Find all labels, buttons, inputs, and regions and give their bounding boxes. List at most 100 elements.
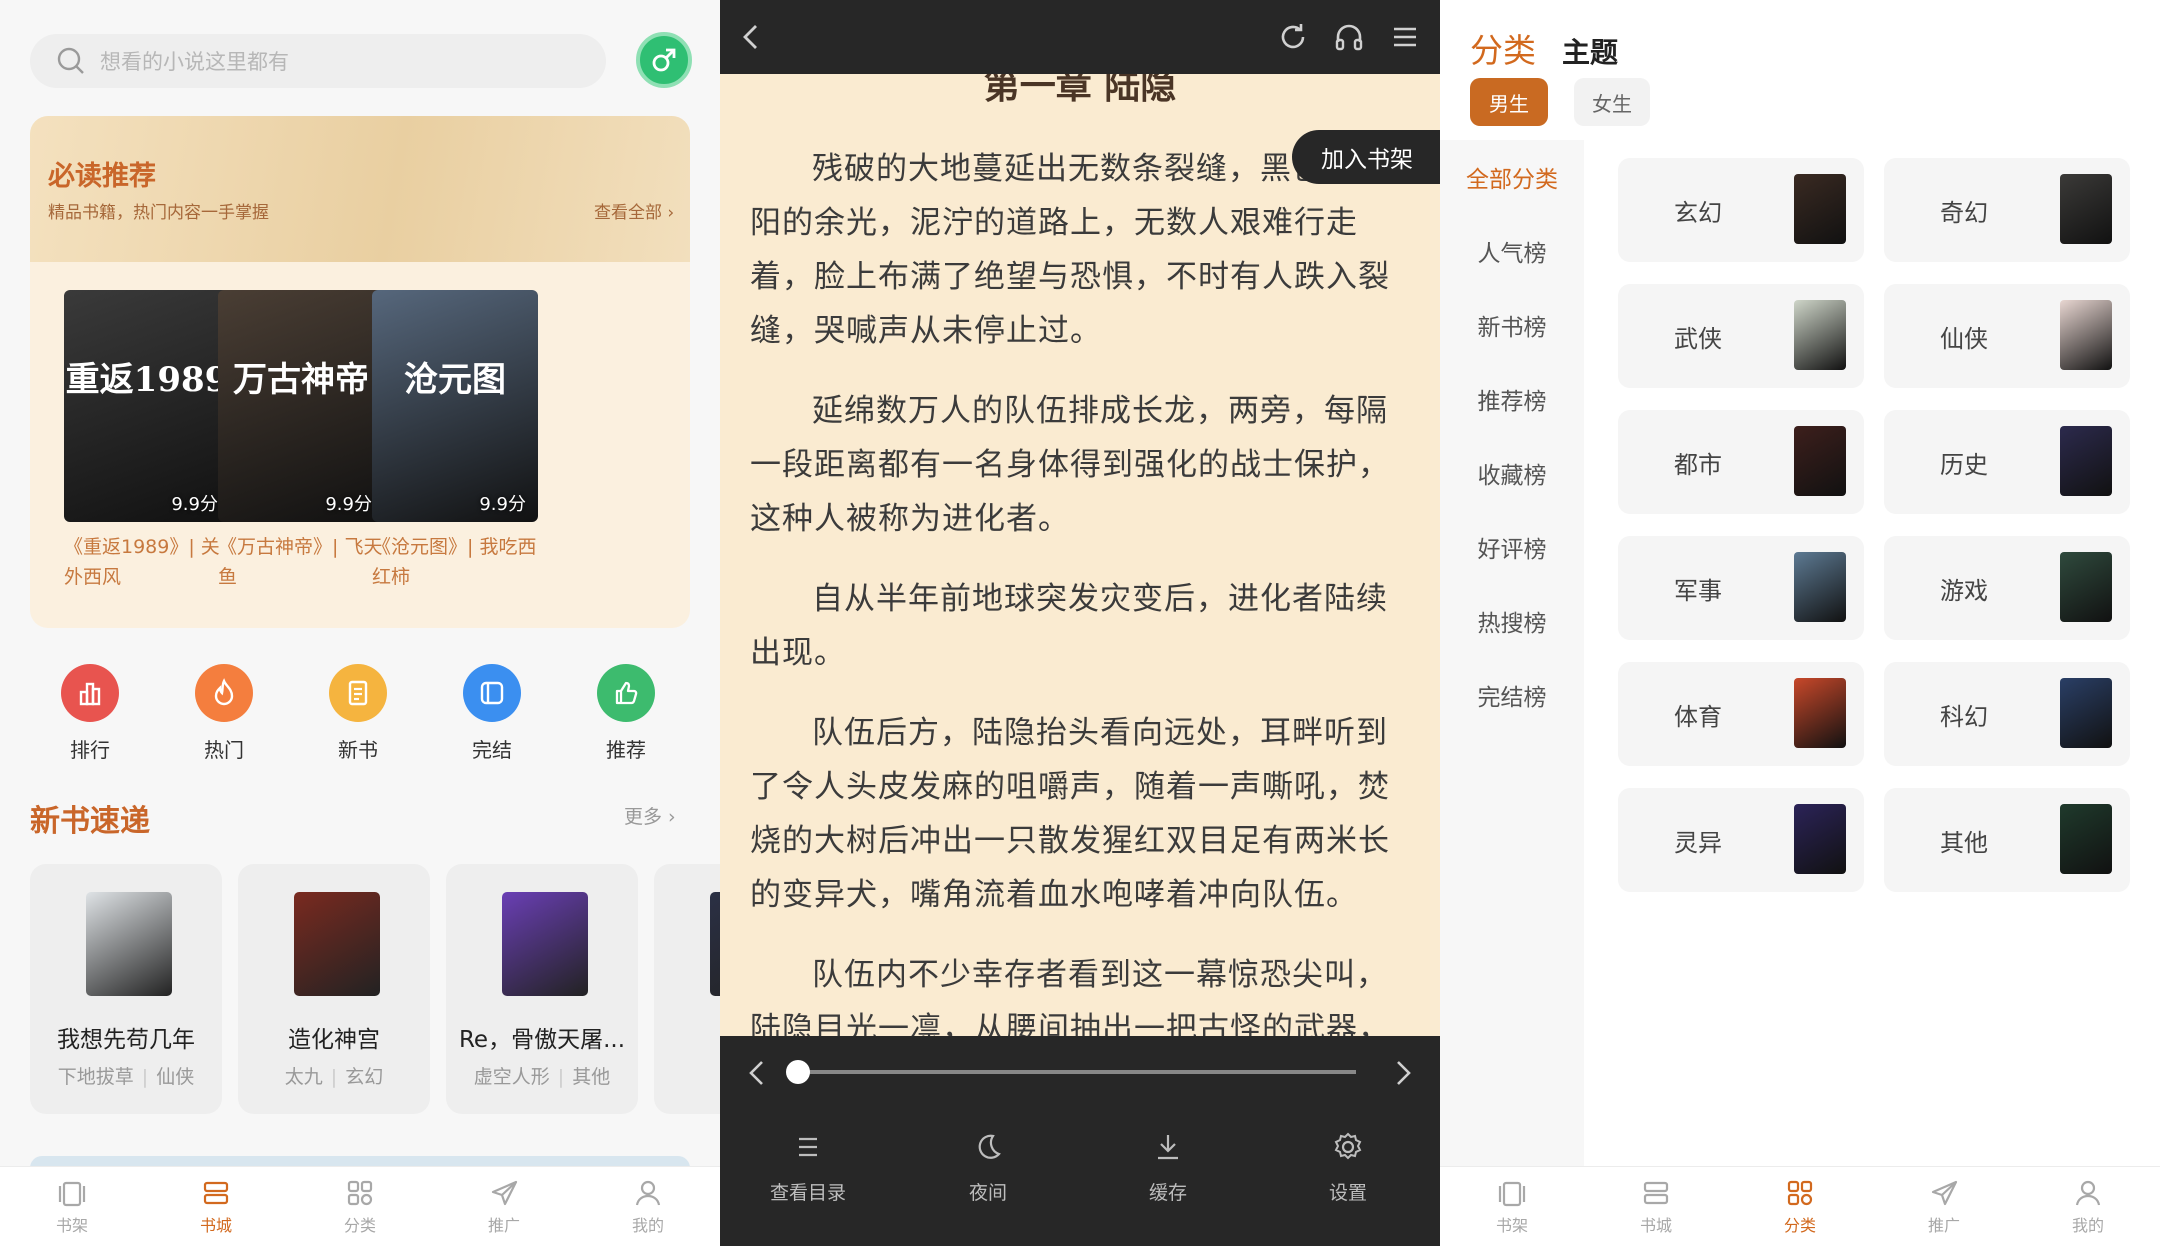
must-read-title: 必读推荐 (48, 161, 156, 192)
add-to-shelf-button[interactable]: 加入书架 (1292, 130, 1440, 184)
category-card[interactable]: 仙侠 (1884, 284, 2130, 388)
new-book-card[interactable]: 天 叩见 (654, 864, 720, 1114)
book-cover (502, 892, 588, 996)
must-read-book[interactable]: 重返1989 9.9分 《重返1989》| 关外西风 (64, 290, 230, 592)
progress-slider[interactable] (788, 1070, 1356, 1074)
category-label: 玄幻 (1674, 198, 1722, 227)
must-read-book[interactable]: 万古神帝 9.9分 《万古神帝》| 飞天鱼 (218, 290, 384, 592)
category-icon (347, 1180, 373, 1205)
category-tab[interactable]: 分类 (1470, 24, 1536, 72)
refresh-icon[interactable] (1276, 20, 1310, 54)
category-card[interactable]: 武侠 (1618, 284, 1864, 388)
tab-label: 我的 (2071, 1215, 2104, 1235)
quick-entry-badge (597, 664, 655, 722)
new-book-card[interactable]: 造化神宫 太九 | 玄幻 (238, 864, 430, 1114)
category-card[interactable]: 军事 (1618, 536, 1864, 640)
new-books-title: 新书速递 (30, 804, 150, 839)
back-icon[interactable] (734, 20, 768, 54)
menu-icon[interactable] (1388, 20, 1422, 54)
book-title: 造化神宫 (288, 1027, 380, 1053)
progress-slider-handle[interactable] (786, 1060, 810, 1084)
book-meta: 叩见 (654, 1062, 720, 1089)
tab-bookstore[interactable]: 书城 (1584, 1167, 1728, 1246)
book-meta: 虚空人形 | 其他 (473, 1066, 611, 1088)
category-label: 军事 (1674, 576, 1722, 605)
category-cover (1794, 426, 1846, 496)
sidebar-item[interactable]: 热搜榜 (1440, 604, 1584, 638)
quick-entry-chart[interactable]: 排行 (40, 664, 140, 763)
category-card[interactable]: 历史 (1884, 410, 2130, 514)
category-card[interactable]: 玄幻 (1618, 158, 1864, 262)
tab-send[interactable]: 推广 (1872, 1167, 2016, 1246)
gender-pill[interactable]: 女生 (1574, 78, 1650, 126)
category-cover (2060, 678, 2112, 748)
next-chapter-icon[interactable] (1386, 1056, 1420, 1090)
quick-entry-badge (61, 664, 119, 722)
category-card[interactable]: 其他 (1884, 788, 2130, 892)
book-score: 9.9分 (479, 494, 526, 515)
tab-category[interactable]: 分类 (288, 1167, 432, 1246)
moon-icon (978, 1134, 1001, 1159)
tab-bookshelf[interactable]: 书架 (1440, 1167, 1584, 1246)
category-card[interactable]: 游戏 (1884, 536, 2130, 640)
gender-pill[interactable]: 男生 (1470, 78, 1548, 126)
bookstore-icon (1643, 1181, 1669, 1204)
male-icon (652, 48, 676, 72)
tab-category[interactable]: 分类 (1728, 1167, 1872, 1246)
quick-entry-book[interactable]: 完结 (442, 664, 542, 763)
sidebar-item[interactable]: 全部分类 (1440, 160, 1584, 194)
category-card[interactable]: 科幻 (1884, 662, 2130, 766)
tab-bookstore[interactable]: 书城 (144, 1167, 288, 1246)
book-title: 《沧元图》| 我吃西红柿 (372, 536, 537, 588)
quick-entry-label: 新书 (338, 738, 378, 762)
reader-menu-settings[interactable]: 设置 (1288, 1130, 1408, 1205)
tab-profile[interactable]: 我的 (576, 1167, 720, 1246)
quick-entry-thumbs-up[interactable]: 推荐 (576, 664, 676, 763)
gender-switch-button[interactable] (636, 32, 692, 88)
sidebar-item[interactable]: 人气榜 (1440, 234, 1584, 268)
book-author: 下地拔草 (57, 1066, 134, 1088)
category-cover (1794, 552, 1846, 622)
tab-profile[interactable]: 我的 (2016, 1167, 2160, 1246)
reader-menu-toc[interactable]: 查看目录 (748, 1130, 868, 1205)
view-all-link[interactable]: 查看全部 › (594, 198, 674, 223)
sidebar-item[interactable]: 新书榜 (1440, 308, 1584, 342)
headphones-icon[interactable] (1332, 20, 1366, 54)
previous-chapter-icon[interactable] (740, 1056, 774, 1090)
quick-entry-label: 排行 (70, 738, 110, 762)
book-author: 太九 (284, 1066, 323, 1088)
new-book-card[interactable]: Re，骨傲天屠... 虚空人形 | 其他 (446, 864, 638, 1114)
book-meta: 下地拔草 | 仙侠 (57, 1066, 195, 1088)
category-card[interactable]: 灵异 (1618, 788, 1864, 892)
category-card[interactable]: 都市 (1618, 410, 1864, 514)
tab-bookshelf[interactable]: 书架 (0, 1167, 144, 1246)
fire-icon (214, 678, 234, 706)
tab-label: 推广 (1927, 1215, 1960, 1235)
profile-icon (635, 1180, 661, 1205)
send-icon (1931, 1180, 1958, 1205)
tab-label: 推广 (487, 1215, 520, 1235)
new-book-card[interactable]: 我想先苟几年 下地拔草 | 仙侠 (30, 864, 222, 1114)
reader-menu-label: 缓存 (1148, 1182, 1187, 1204)
quick-entry-document[interactable]: 新书 (308, 664, 408, 763)
reader-menu-label: 设置 (1328, 1182, 1367, 1204)
tab-send[interactable]: 推广 (432, 1167, 576, 1246)
sidebar-item[interactable]: 完结榜 (1440, 678, 1584, 712)
category-card[interactable]: 体育 (1618, 662, 1864, 766)
reader-menu-moon[interactable]: 夜间 (928, 1130, 1048, 1205)
new-books-more-link[interactable]: 更多 › (624, 802, 676, 829)
quick-entry-fire[interactable]: 热门 (174, 664, 274, 763)
tab-label: 我的 (631, 1215, 664, 1235)
reader-menu-download[interactable]: 缓存 (1108, 1130, 1228, 1205)
download-icon (1158, 1135, 1178, 1160)
sidebar-item[interactable]: 收藏榜 (1440, 456, 1584, 490)
search-bar[interactable]: 想看的小说这里都有 (30, 34, 606, 88)
category-card[interactable]: 奇幻 (1884, 158, 2130, 262)
category-tab[interactable]: 主题 (1562, 31, 1618, 71)
sidebar-item[interactable]: 好评榜 (1440, 530, 1584, 564)
category-label: 武侠 (1674, 324, 1722, 353)
must-read-book[interactable]: 沧元图 9.9分 《沧元图》| 我吃西红柿 (372, 290, 538, 592)
bookshelf-icon (58, 1181, 86, 1206)
sidebar-item[interactable]: 推荐榜 (1440, 382, 1584, 416)
category-label: 体育 (1674, 702, 1722, 731)
